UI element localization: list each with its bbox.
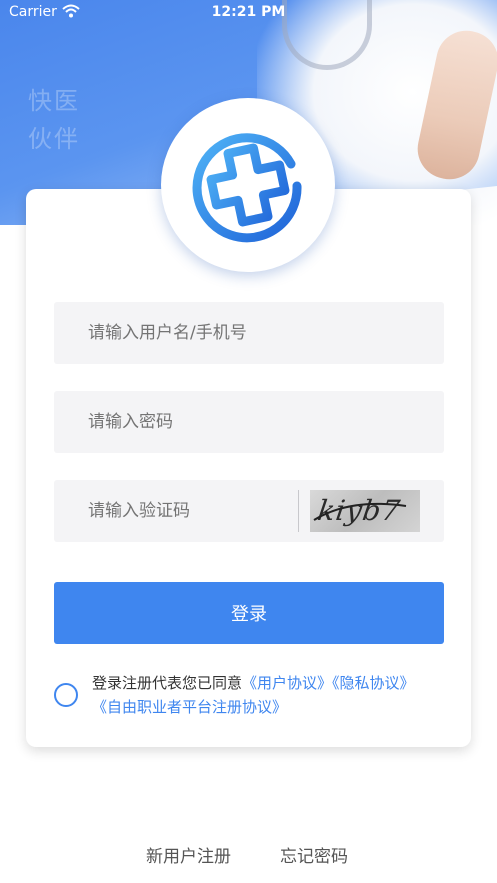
user-agreement-link[interactable]: 《用户协议》 (242, 674, 332, 692)
agreement-text: 登录注册代表您已同意《用户协议》《隐私协议》《自由职业者平台注册协议》 (92, 671, 422, 719)
verification-code-field[interactable]: kiyb7 (54, 480, 444, 542)
privacy-agreement-link[interactable]: 《隐私协议》 (332, 674, 415, 692)
password-field[interactable] (54, 391, 444, 453)
verification-code-input[interactable] (54, 480, 299, 542)
field-divider (298, 490, 299, 532)
agreement-prefix: 登录注册代表您已同意 (92, 674, 243, 692)
hero-slogan: 快医 伙伴 (28, 82, 80, 158)
login-button[interactable]: 登录 (54, 582, 444, 644)
password-input[interactable] (54, 391, 444, 453)
captcha-noise-lines (313, 502, 407, 521)
slogan-line-2: 伙伴 (28, 125, 80, 153)
freelancer-agreement-link[interactable]: 《自由职业者平台注册协议》 (92, 698, 287, 716)
slogan-line-1: 快医 (28, 87, 80, 115)
register-link[interactable]: 新用户注册 (146, 842, 231, 867)
username-input[interactable] (54, 302, 444, 364)
forgot-password-link[interactable]: 忘记密码 (280, 842, 348, 867)
status-time: 12:21 PM (211, 4, 286, 20)
status-bar: Carrier 12:21 PM (0, 0, 497, 28)
username-field[interactable] (54, 302, 444, 364)
agreement-checkbox[interactable] (54, 683, 78, 707)
login-card (26, 189, 471, 747)
medical-cross-logo-icon (192, 133, 302, 243)
captcha-image[interactable]: kiyb7 (310, 490, 420, 532)
app-logo (161, 98, 335, 272)
